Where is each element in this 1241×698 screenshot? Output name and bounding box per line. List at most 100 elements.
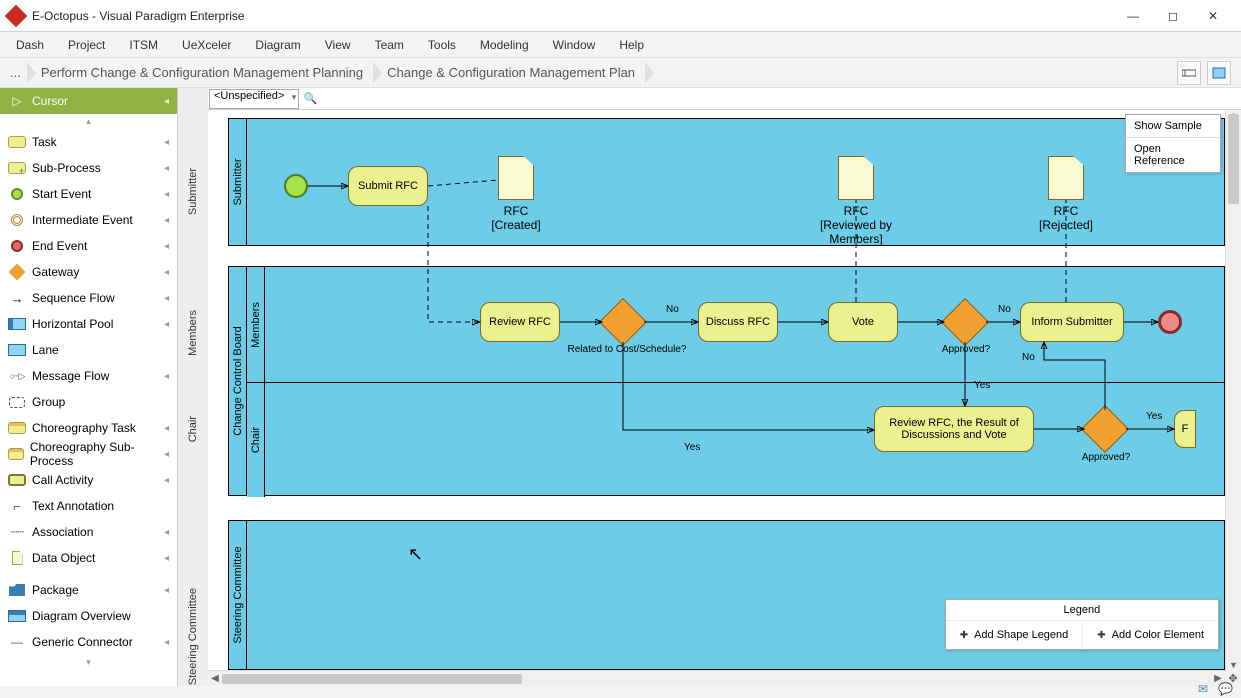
palette-label: Cursor — [32, 94, 68, 108]
palette-diagram-overview[interactable]: Diagram Overview — [0, 603, 177, 629]
outer-lane-members: Members — [187, 310, 199, 356]
palette-end-event[interactable]: End Event◂ — [0, 233, 177, 259]
pool-header-steering[interactable]: Steering Committee — [229, 521, 247, 669]
palette-choreography-task[interactable]: Choreography Task◂ — [0, 415, 177, 441]
search-icon[interactable]: 🔍 — [301, 90, 319, 108]
canvas-toolbar: <Unspecified> 🔍 — [208, 88, 1241, 110]
menu-diagram[interactable]: Diagram — [243, 34, 312, 56]
palette-cursor[interactable]: Cursor◂ — [0, 88, 177, 114]
breadcrumb-ellipsis[interactable]: ... — [4, 60, 27, 86]
statusbar: ✉ 💬 — [0, 686, 1241, 698]
data-rfc-rejected[interactable] — [1048, 156, 1084, 200]
close-button[interactable]: ✕ — [1193, 2, 1233, 30]
lane-icon — [8, 344, 26, 356]
add-color-element-button[interactable]: Add Color Element — [1082, 621, 1218, 649]
menu-project[interactable]: Project — [56, 34, 117, 56]
message-flow-icon — [8, 370, 26, 382]
task-partial[interactable]: F — [1174, 410, 1196, 448]
palette-lane[interactable]: Lane — [0, 337, 177, 363]
task-inform-submitter[interactable]: Inform Submitter — [1020, 302, 1124, 342]
palette-call-activity[interactable]: Call Activity◂ — [0, 467, 177, 493]
edge-no-2: No — [998, 304, 1011, 315]
reference-menu: Show Sample Open Reference — [1125, 114, 1221, 173]
lane-chair[interactable]: Chair — [247, 382, 265, 497]
menu-itsm[interactable]: ITSM — [117, 34, 170, 56]
pool-header-ccb[interactable]: Change Control Board — [229, 267, 247, 495]
menu-open-reference[interactable]: Open Reference — [1126, 138, 1220, 172]
end-event[interactable] — [1158, 310, 1182, 334]
palette-choreography-subprocess[interactable]: Choreography Sub-Process◂ — [0, 441, 177, 467]
palette-subprocess[interactable]: Sub-Process◂ — [0, 155, 177, 181]
edge-yes-2: Yes — [974, 380, 990, 391]
menu-view[interactable]: View — [313, 34, 363, 56]
pool-header-submitter[interactable]: Submitter — [229, 119, 247, 245]
gateway-icon — [9, 264, 26, 281]
vertical-ruler: Submitter Members Chair Steering Committ… — [178, 88, 208, 686]
v-thumb[interactable] — [1228, 114, 1239, 204]
vertical-scrollbar[interactable]: ▲ ▼ — [1225, 110, 1241, 670]
palette-association[interactable]: Association◂ — [0, 519, 177, 545]
start-event[interactable] — [284, 174, 308, 198]
palette-data-object[interactable]: Data Object◂ — [0, 545, 177, 571]
palette-collapse-up[interactable]: ▴ — [0, 114, 177, 129]
toolbar-icon-1[interactable] — [1177, 61, 1201, 85]
task-review-rfc[interactable]: Review RFC — [480, 302, 560, 342]
breadcrumb: ... Perform Change & Configuration Manag… — [0, 58, 1241, 88]
menu-dash[interactable]: Dash — [4, 34, 56, 56]
association-icon — [8, 526, 26, 538]
call-activity-icon — [8, 474, 26, 486]
task-review-result[interactable]: Review RFC, the Result of Discussions an… — [874, 406, 1034, 452]
breadcrumb-item-1[interactable]: Change & Configuration Management Plan — [373, 60, 645, 86]
data-rfc-created[interactable] — [498, 156, 534, 200]
menu-tools[interactable]: Tools — [416, 34, 468, 56]
package-icon — [9, 584, 25, 596]
task-submit-rfc[interactable]: Submit RFC — [348, 166, 428, 206]
palette-sequence-flow[interactable]: Sequence Flow◂ — [0, 285, 177, 311]
palette-message-flow[interactable]: Message Flow◂ — [0, 363, 177, 389]
diagram-canvas[interactable]: Submitter Change Control Board Members C… — [208, 110, 1225, 670]
edge-yes-3: Yes — [1146, 411, 1162, 422]
label-gateway-cost: Related to Cost/Schedule? — [552, 344, 702, 355]
chat-icon[interactable]: 💬 — [1218, 682, 1233, 696]
edge-no-3: No — [1022, 352, 1035, 363]
palette-start-event[interactable]: Start Event◂ — [0, 181, 177, 207]
stereotype-combo[interactable]: <Unspecified> — [209, 89, 299, 109]
palette-intermediate-event[interactable]: Intermediate Event◂ — [0, 207, 177, 233]
label-rfc-reviewed: RFC[Reviewed by Members] — [794, 204, 918, 246]
palette-text-annotation[interactable]: Text Annotation — [0, 493, 177, 519]
menu-uexceler[interactable]: UeXceler — [170, 34, 243, 56]
label-gateway-approved2: Approved? — [1066, 452, 1146, 463]
cursor-icon — [8, 95, 26, 107]
menu-modeling[interactable]: Modeling — [468, 34, 541, 56]
menu-help[interactable]: Help — [607, 34, 656, 56]
h-thumb[interactable] — [222, 674, 522, 684]
legend-panel[interactable]: Legend Add Shape Legend Add Color Elemen… — [945, 599, 1219, 650]
task-discuss-rfc[interactable]: Discuss RFC — [698, 302, 778, 342]
breadcrumb-item-0[interactable]: Perform Change & Configuration Managemen… — [27, 60, 373, 86]
lane-members[interactable]: Members — [247, 267, 265, 382]
add-shape-legend-button[interactable]: Add Shape Legend — [946, 621, 1083, 649]
horizontal-scrollbar[interactable]: ◀ ▶ — [208, 670, 1225, 686]
palette-package[interactable]: Package◂ — [0, 577, 177, 603]
toolbar-icon-2[interactable] — [1207, 61, 1231, 85]
sequence-flow-icon — [8, 292, 26, 304]
menu-show-sample[interactable]: Show Sample — [1126, 115, 1220, 137]
start-event-icon — [11, 188, 23, 200]
palette-horizontal-pool[interactable]: Horizontal Pool◂ — [0, 311, 177, 337]
maximize-button[interactable]: ◻ — [1153, 2, 1193, 30]
palette-generic-connector[interactable]: Generic Connector◂ — [0, 629, 177, 655]
menu-team[interactable]: Team — [363, 34, 416, 56]
palette-group[interactable]: Group — [0, 389, 177, 415]
task-vote[interactable]: Vote — [828, 302, 898, 342]
palette-task[interactable]: Task◂ — [0, 129, 177, 155]
intermediate-event-icon — [11, 214, 23, 226]
end-event-icon — [11, 240, 23, 252]
palette-collapse-down[interactable]: ▾ — [0, 655, 177, 670]
palette-gateway[interactable]: Gateway◂ — [0, 259, 177, 285]
choreography-task-icon — [8, 422, 26, 434]
mail-icon[interactable]: ✉ — [1198, 682, 1208, 696]
data-rfc-reviewed[interactable] — [838, 156, 874, 200]
minimize-button[interactable]: — — [1113, 2, 1153, 30]
canvas-area: <Unspecified> 🔍 Submitter Change Control… — [208, 88, 1241, 686]
menu-window[interactable]: Window — [541, 34, 608, 56]
